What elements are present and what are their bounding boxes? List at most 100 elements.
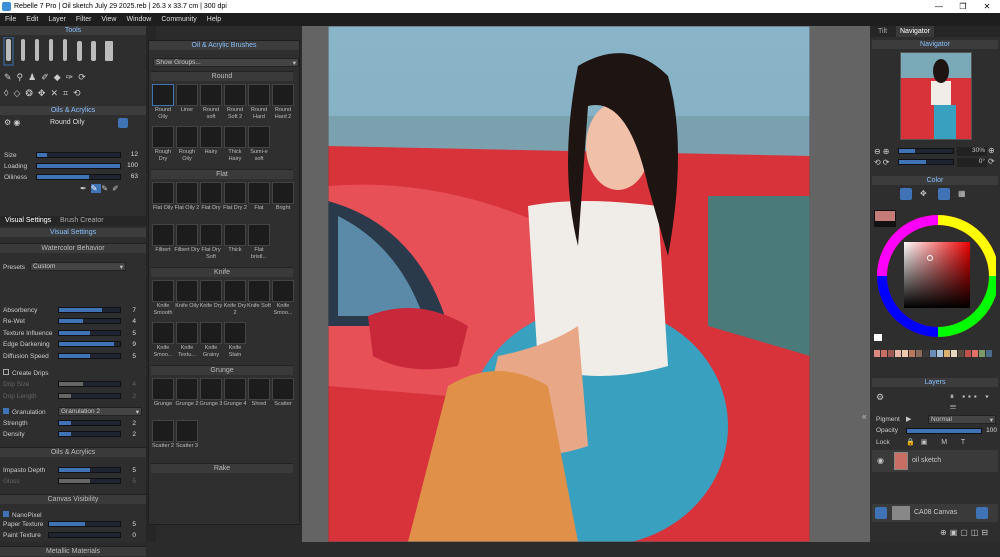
brush-preset[interactable]: Grunge 2 xyxy=(175,377,199,417)
brush-preset[interactable]: Rough Dry xyxy=(151,125,175,165)
tool-row-2[interactable]: ✎⚲♟✐◆✑⟳ xyxy=(4,72,124,82)
brush-preset[interactable]: Grunge 3 xyxy=(199,377,223,417)
color-swatch[interactable] xyxy=(916,350,922,357)
color-swatch[interactable] xyxy=(909,350,915,357)
settings-icon[interactable]: ⚙ ◉ xyxy=(4,118,20,127)
density-slider[interactable] xyxy=(58,431,121,437)
zoom-fit-icon[interactable]: ⊕ xyxy=(988,146,995,155)
pigment-mode-select[interactable]: Normal ▾ xyxy=(928,415,996,424)
canvas-settings-icon[interactable] xyxy=(976,507,988,519)
brush-preset[interactable]: Hairy xyxy=(199,125,223,165)
paint-texture-slider[interactable] xyxy=(48,532,121,538)
edge-darkening-slider[interactable] xyxy=(58,341,121,347)
brush-preset[interactable]: Round soft xyxy=(199,83,223,123)
granulation-select[interactable]: Granulation 2 ▾ xyxy=(58,407,142,416)
brush-preset[interactable]: Round Soft 2 xyxy=(223,83,247,123)
menu-help[interactable]: Help xyxy=(202,16,226,23)
rotate-icons[interactable]: ⟲⟳ xyxy=(874,158,891,167)
opacity-slider[interactable] xyxy=(906,428,982,434)
color-swatch[interactable] xyxy=(881,350,887,357)
picker-icon[interactable]: ✥ xyxy=(920,189,927,198)
brush-preset[interactable]: Filbert xyxy=(151,223,175,263)
menu-file[interactable]: File xyxy=(0,16,21,23)
menu-view[interactable]: View xyxy=(96,16,121,23)
impasto-depth-slider[interactable] xyxy=(58,467,121,473)
painting-canvas[interactable] xyxy=(328,26,810,542)
brush-preset[interactable]: Grunge xyxy=(151,377,175,417)
brush-preset[interactable]: Sumi-e soft xyxy=(247,125,271,165)
color-swatch[interactable] xyxy=(895,350,901,357)
brush-preset[interactable]: Knife Dry 2 xyxy=(223,279,247,319)
brush-preset[interactable]: Flat Oily xyxy=(151,181,175,221)
brush-preset[interactable]: Knife Smoo... xyxy=(151,321,175,361)
brush-preset[interactable]: Shred xyxy=(247,377,271,417)
pigment-icon[interactable]: ▶ xyxy=(906,415,911,423)
close-button[interactable]: ✕ xyxy=(976,0,998,13)
brush-preset[interactable]: Knife Smooth xyxy=(151,279,175,319)
watercolor-header[interactable]: Watercolor Behavior xyxy=(0,243,146,253)
menu-window[interactable]: Window xyxy=(121,16,156,23)
rotation-slider[interactable] xyxy=(898,159,954,165)
texture-influence-slider[interactable] xyxy=(58,330,121,336)
zoom-field[interactable]: 30% xyxy=(957,147,987,156)
color-swatch[interactable] xyxy=(888,350,894,357)
color-swatch[interactable] xyxy=(951,350,957,357)
brush-group-header[interactable]: Flat xyxy=(151,169,293,179)
diffusion-speed-slider[interactable] xyxy=(58,353,121,359)
brush-group-header[interactable]: Round xyxy=(151,71,293,81)
color-wheel-mode-icon[interactable] xyxy=(900,188,912,200)
drip-size-slider[interactable] xyxy=(58,381,121,387)
maximize-button[interactable]: ❐ xyxy=(952,0,974,13)
granulation-checkbox[interactable]: Granulation xyxy=(3,408,46,416)
palette-grid-icon[interactable]: ▦ xyxy=(958,189,966,198)
white-swatch[interactable] xyxy=(874,334,882,341)
brush-preset[interactable]: Round Oily xyxy=(151,83,175,123)
paper-texture-slider[interactable] xyxy=(48,521,121,527)
brush-preset[interactable]: Knife Grainy xyxy=(199,321,223,361)
mix-icon[interactable] xyxy=(938,188,950,200)
presets-select[interactable]: Custom ▾ xyxy=(30,262,126,271)
color-swatch[interactable] xyxy=(930,350,936,357)
color-mode-buttons[interactable]: ✥ ▦ xyxy=(900,188,970,200)
color-swatch[interactable] xyxy=(965,350,971,357)
menu-community[interactable]: Community xyxy=(156,16,201,23)
brush-preset[interactable]: Flat Dry 2 xyxy=(223,181,247,221)
zoom-icons[interactable]: ⊖⊕ xyxy=(874,147,891,156)
brush-preset[interactable]: Flat bristl... xyxy=(247,223,271,263)
rotation-field[interactable]: 0° xyxy=(957,158,987,167)
tab-tilt[interactable]: Tilt xyxy=(878,28,887,35)
canvas-visibility-header[interactable]: Canvas Visibility xyxy=(0,494,146,504)
color-swatch[interactable] xyxy=(902,350,908,357)
color-swatch[interactable] xyxy=(979,350,985,357)
rotate-reset-icon[interactable]: ⟳ xyxy=(988,157,995,166)
brush-settings-button[interactable] xyxy=(118,118,128,128)
strength-slider[interactable] xyxy=(58,420,121,426)
nanopixel-checkbox[interactable]: NanoPixel xyxy=(3,511,42,519)
brush-preset[interactable]: Round Hard xyxy=(247,83,271,123)
tab-brush-creator[interactable]: Brush Creator xyxy=(60,217,104,224)
metallic-header[interactable]: Metallic Materials xyxy=(0,546,146,556)
color-swatch[interactable] xyxy=(958,350,964,357)
color-wheel[interactable] xyxy=(874,210,999,340)
tab-visual-settings[interactable]: Visual Settings xyxy=(5,217,51,224)
brush-preset[interactable]: Round Hard 2 xyxy=(271,83,295,123)
brush-preset[interactable]: Thick Hairy xyxy=(223,125,247,165)
layer-toolbar-icons[interactable]: ⏸ ▪▪▪ ▾ ☰ xyxy=(950,392,1000,412)
oils-section-header[interactable]: Oils & Acrylics xyxy=(0,447,146,457)
brush-preset[interactable]: Knife Stain xyxy=(223,321,247,361)
drip-length-slider[interactable] xyxy=(58,393,121,399)
layer-properties-icon[interactable]: ⚙ xyxy=(876,392,884,403)
color-swatch[interactable] xyxy=(972,350,978,357)
brush-preset[interactable]: Flat xyxy=(247,181,271,221)
brush-group-header[interactable]: Grunge xyxy=(151,365,293,375)
color-swatch[interactable] xyxy=(986,350,992,357)
brush-preset[interactable]: Bright xyxy=(271,181,295,221)
show-groups-select[interactable]: Show Groups... ▾ xyxy=(153,58,299,67)
eye-icon[interactable]: ◉ xyxy=(877,456,884,465)
brush-preset[interactable]: Knife Dry xyxy=(199,279,223,319)
brush-preset[interactable]: Flat Oily 2 xyxy=(175,181,199,221)
size-slider[interactable] xyxy=(36,152,121,158)
absorbency-slider[interactable] xyxy=(58,307,121,313)
tab-navigator[interactable]: Navigator xyxy=(896,26,934,37)
brush-preset[interactable]: Scatter 2 xyxy=(151,419,175,459)
